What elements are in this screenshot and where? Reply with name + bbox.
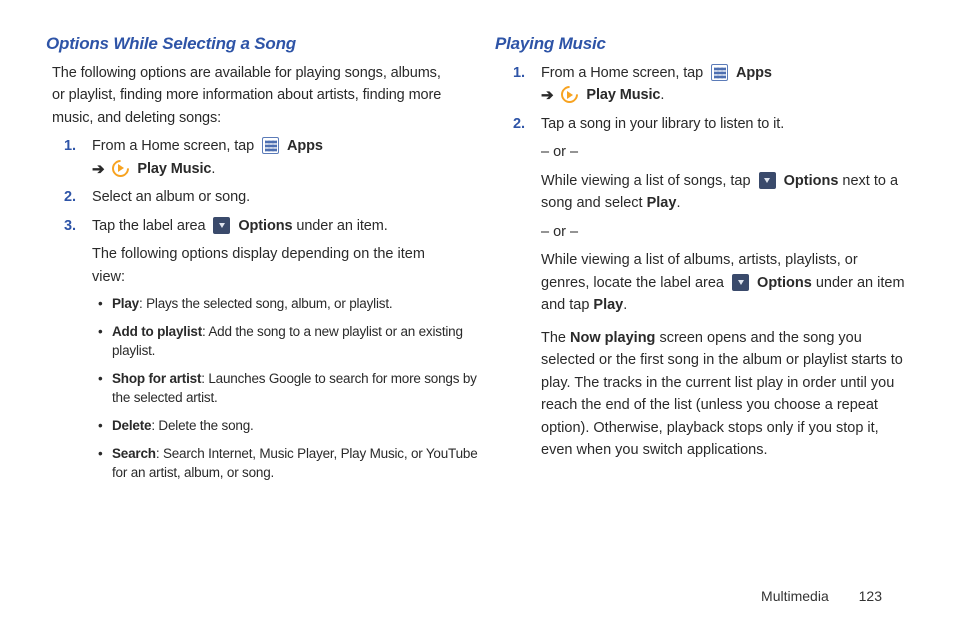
step-text: under an item. (292, 218, 387, 234)
step-number: 3. (64, 215, 76, 237)
right-steps-list: 1. From a Home screen, tap Apps ➔ Play M… (495, 62, 908, 135)
left-step-2: 2. Select an album or song. (92, 186, 457, 208)
page-footer: Multimedia 123 (761, 588, 882, 604)
right-step-2: 2. Tap a song in your library to listen … (541, 113, 908, 135)
bullet-desc: : Delete the song. (151, 418, 253, 433)
arrow-icon: ➔ (92, 162, 104, 177)
apps-label: Apps (287, 138, 323, 154)
heading-options-selecting: Options While Selecting a Song (46, 34, 457, 54)
left-step-3: 3. Tap the label area Options under an i… (92, 215, 457, 237)
options-icon (759, 172, 776, 189)
bullet-shop-for-artist: Shop for artist: Launches Google to sear… (112, 369, 492, 408)
step-text: Select an album or song. (92, 189, 250, 205)
period: . (623, 297, 627, 313)
play-label: Play (647, 195, 677, 211)
left-step-1: 1. From a Home screen, tap Apps ➔ Play M… (92, 135, 457, 180)
options-label: Options (238, 218, 292, 234)
footer-section: Multimedia (761, 588, 829, 604)
step-text: From a Home screen, tap (541, 65, 707, 81)
bullet-desc: : Plays the selected song, album, or pla… (139, 296, 392, 311)
step-text: screen opens and the song you selected o… (541, 330, 903, 458)
play-music-label: Play Music (137, 161, 211, 177)
play-music-icon (112, 160, 129, 177)
step-text: Tap a song in your library to listen to … (541, 116, 784, 132)
step-text: From a Home screen, tap (92, 138, 258, 154)
bullet-term: Play (112, 296, 139, 311)
bullet-desc: : Search Internet, Music Player, Play Mu… (112, 446, 478, 481)
or-divider: – or – (541, 141, 908, 163)
left-step-3-continuation: The following options display depending … (92, 243, 457, 288)
options-icon (732, 274, 749, 291)
now-playing-label: Now playing (570, 330, 655, 346)
bullet-term: Add to playlist (112, 324, 202, 339)
footer-page-number: 123 (859, 588, 882, 604)
step-number: 2. (513, 113, 525, 135)
left-bullets: Play: Plays the selected song, album, or… (46, 294, 457, 483)
apps-label: Apps (736, 65, 772, 81)
options-label: Options (784, 173, 839, 189)
bullet-term: Search (112, 446, 156, 461)
step-text: While viewing a list of songs, tap (541, 173, 755, 189)
right-step-1: 1. From a Home screen, tap Apps ➔ Play M… (541, 62, 908, 107)
heading-playing-music: Playing Music (495, 34, 908, 54)
or-divider: – or – (541, 221, 908, 243)
step-number: 1. (64, 135, 76, 157)
bullet-search: Search: Search Internet, Music Player, P… (112, 444, 492, 483)
options-label: Options (757, 275, 812, 291)
bullet-play: Play: Plays the selected song, album, or… (112, 294, 492, 314)
bullet-term: Delete (112, 418, 151, 433)
left-column: Options While Selecting a Song The follo… (46, 34, 477, 626)
right-step-2-alt2: While viewing a list of albums, artists,… (541, 249, 908, 316)
right-step-2-alt1: While viewing a list of songs, tap Optio… (541, 170, 908, 215)
play-music-label: Play Music (586, 87, 660, 103)
bullet-delete: Delete: Delete the song. (112, 416, 492, 436)
intro-paragraph: The following options are available for … (52, 62, 457, 129)
arrow-icon: ➔ (541, 88, 553, 103)
period: . (660, 87, 664, 103)
options-icon (213, 217, 230, 234)
bullet-add-to-playlist: Add to playlist: Add the song to a new p… (112, 322, 492, 361)
page-root: Options While Selecting a Song The follo… (0, 0, 954, 636)
right-column: Playing Music 1. From a Home screen, tap… (477, 34, 908, 626)
left-steps-list: 1. From a Home screen, tap Apps ➔ Play M… (46, 135, 457, 237)
bullet-term: Shop for artist (112, 371, 201, 386)
play-music-icon (561, 86, 578, 103)
apps-icon (711, 64, 728, 81)
step-text: The (541, 330, 570, 346)
period: . (211, 161, 215, 177)
play-label: Play (593, 297, 623, 313)
step-number: 2. (64, 186, 76, 208)
right-step-2-result: The Now playing screen opens and the son… (541, 327, 908, 462)
period: . (676, 195, 680, 211)
step-text: Tap the label area (92, 218, 209, 234)
apps-icon (262, 137, 279, 154)
step-number: 1. (513, 62, 525, 84)
